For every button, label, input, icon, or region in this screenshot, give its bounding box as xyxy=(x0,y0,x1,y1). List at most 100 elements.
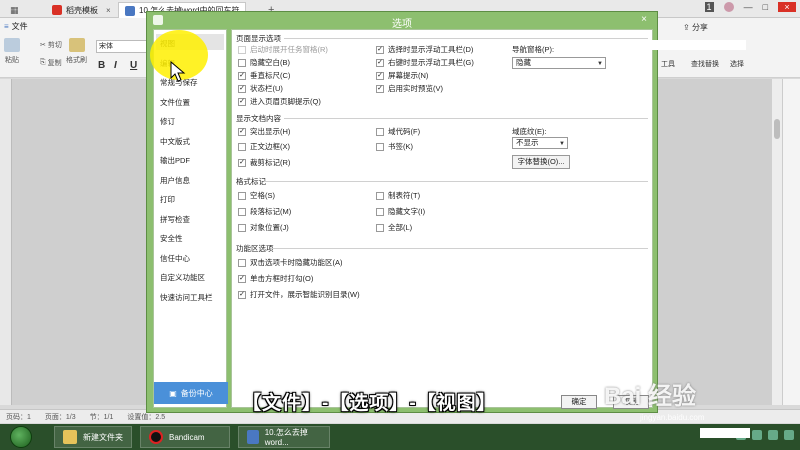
paste-button[interactable]: 粘贴 xyxy=(4,38,20,65)
bold-button[interactable]: B xyxy=(98,60,105,71)
checkbox[interactable] xyxy=(376,142,384,151)
opt-label: 隐藏文字(I) xyxy=(388,207,426,216)
opt-screen-tips[interactable]: 屏幕提示(N) xyxy=(376,70,428,81)
nav-item-chinese-layout[interactable]: 中文版式 xyxy=(160,136,190,147)
opt-all-marks[interactable]: 全部(L) xyxy=(376,222,412,233)
checkbox[interactable] xyxy=(376,191,384,200)
tray-icon[interactable] xyxy=(784,430,794,440)
font-replace-button[interactable]: 字体替换(O)... xyxy=(512,155,570,169)
opt-spaces[interactable]: 空格(S) xyxy=(238,190,275,201)
nav-item-file-location[interactable]: 文件位置 xyxy=(160,97,190,108)
cut-button[interactable]: ✂ 剪切 xyxy=(40,40,62,50)
backup-center-button[interactable]: ▣ 备份中心 xyxy=(154,382,228,404)
opt-label: 空格(S) xyxy=(250,191,275,200)
taskbar-item-folder[interactable]: 新建文件夹 xyxy=(54,426,132,448)
opt-vertical-ruler[interactable]: 垂直标尺(C) xyxy=(238,70,290,81)
opt-hidden-text[interactable]: 隐藏文字(I) xyxy=(376,206,425,217)
checkbox[interactable] xyxy=(376,207,384,216)
checkbox-checked[interactable] xyxy=(376,84,384,93)
checkbox[interactable] xyxy=(238,207,246,216)
nav-item-spellcheck[interactable]: 拼写检查 xyxy=(160,214,190,225)
checkbox-checked[interactable] xyxy=(238,158,246,167)
nav-item-custom-ribbon[interactable]: 自定义功能区 xyxy=(160,272,205,283)
nav-item-user-info[interactable]: 用户信息 xyxy=(160,175,190,186)
tab-template[interactable]: 稻壳模板 × xyxy=(46,2,117,18)
opt-click-box-check[interactable]: 单击方框时打勾(O) xyxy=(238,273,313,284)
opt-hide-blank[interactable]: 隐藏空白(B) xyxy=(238,57,290,68)
checkbox[interactable] xyxy=(238,45,246,54)
copy-icon: ⎘ xyxy=(40,59,46,66)
checkbox-checked[interactable] xyxy=(238,290,246,299)
select-button[interactable]: 选择 xyxy=(730,59,744,69)
tab-close-icon[interactable]: × xyxy=(106,6,111,15)
opt-float-toolbar-select[interactable]: 选择时显示浮动工具栏(D) xyxy=(376,44,473,55)
avatar[interactable] xyxy=(723,2,734,12)
checkbox-checked[interactable] xyxy=(376,45,384,54)
taskbar: 新建文件夹 Bandicam 10.怎么去掉word... xyxy=(0,424,800,450)
nav-pane-select[interactable]: 隐藏 ▼ xyxy=(512,57,606,69)
share-button[interactable]: ⇪ 分享 xyxy=(683,22,708,33)
file-menu[interactable]: ≡ 文件 xyxy=(4,21,28,32)
maximize-icon[interactable]: □ xyxy=(763,2,768,12)
divider xyxy=(284,38,648,39)
opt-tab-chars[interactable]: 制表符(T) xyxy=(376,190,420,201)
ok-button[interactable]: 确定 xyxy=(561,395,597,409)
opt-smart-toc[interactable]: 打开文件，展示智能识别目录(W) xyxy=(238,289,360,300)
nav-item-quick-access[interactable]: 快速访问工具栏 xyxy=(160,292,213,303)
checkbox-checked[interactable] xyxy=(376,71,384,80)
opt-header-footer-tip[interactable]: 进入页眉页脚提示(Q) xyxy=(238,96,321,107)
checkbox[interactable] xyxy=(238,258,246,267)
opt-paragraph-marks[interactable]: 段落标记(M) xyxy=(238,206,291,217)
mouse-cursor-icon xyxy=(170,61,186,82)
checkbox-checked[interactable] xyxy=(238,274,246,283)
checkbox[interactable] xyxy=(376,223,384,232)
checkbox-checked[interactable] xyxy=(238,97,246,106)
copy-button[interactable]: ⎘ 复制 xyxy=(40,58,62,68)
nav-item-print[interactable]: 打印 xyxy=(160,194,175,205)
italic-button[interactable]: I xyxy=(114,60,117,71)
start-button[interactable] xyxy=(10,426,32,448)
opt-bookmarks[interactable]: 书签(K) xyxy=(376,141,413,152)
checkbox-checked[interactable] xyxy=(376,58,384,67)
close-window-icon[interactable]: × xyxy=(778,2,796,12)
checkbox[interactable] xyxy=(238,142,246,151)
vertical-scrollbar[interactable] xyxy=(772,79,782,405)
checkbox[interactable] xyxy=(238,191,246,200)
checkbox-checked[interactable] xyxy=(238,71,246,80)
opt-expand-taskpane[interactable]: 启动时展开任务窗格(R) xyxy=(238,44,328,55)
opt-object-anchors[interactable]: 对象位置(J) xyxy=(238,222,289,233)
word-icon xyxy=(247,430,259,444)
find-replace-button[interactable]: 查找替换 xyxy=(691,59,719,69)
opt-field-codes[interactable]: 域代码(F) xyxy=(376,126,420,137)
underline-button[interactable]: U xyxy=(130,60,137,71)
nav-item-trust-center[interactable]: 信任中心 xyxy=(160,253,190,264)
home-tab[interactable]: ▦ xyxy=(4,2,25,18)
backup-icon: ▣ xyxy=(169,388,177,398)
window-controls: 1 — □ × xyxy=(704,2,796,12)
opt-hide-ribbon-dblclick[interactable]: 双击选项卡时隐藏功能区(A) xyxy=(238,257,343,268)
scrollbar-thumb[interactable] xyxy=(774,119,780,139)
minimize-icon[interactable]: — xyxy=(744,2,753,12)
dialog-close-icon[interactable]: × xyxy=(635,14,653,26)
tools-button[interactable]: 工具 xyxy=(661,59,675,69)
opt-text-boundaries[interactable]: 正文边框(X) xyxy=(238,141,290,152)
taskbar-item-word[interactable]: 10.怎么去掉word... xyxy=(238,426,330,448)
checkbox[interactable] xyxy=(238,58,246,67)
checkbox-checked[interactable] xyxy=(238,127,246,136)
field-shading-select[interactable]: 不显示 ▼ xyxy=(512,137,568,149)
taskbar-item-bandicam[interactable]: Bandicam xyxy=(140,426,230,448)
checkbox-checked[interactable] xyxy=(238,84,246,93)
opt-status-bar[interactable]: 状态栏(U) xyxy=(238,83,283,94)
nav-item-security[interactable]: 安全性 xyxy=(160,233,183,244)
opt-crop-marks[interactable]: 裁剪标记(R) xyxy=(238,157,290,168)
opt-live-preview[interactable]: 启用实时预览(V) xyxy=(376,83,443,94)
nav-item-revision[interactable]: 修订 xyxy=(160,116,175,127)
format-painter-button[interactable]: 格式刷 xyxy=(66,38,87,65)
checkbox[interactable] xyxy=(376,127,384,136)
opt-float-toolbar-rightclick[interactable]: 右键时显示浮动工具栏(G) xyxy=(376,57,474,68)
nav-item-export-pdf[interactable]: 输出PDF xyxy=(160,155,190,166)
tray-icon[interactable] xyxy=(768,430,778,440)
checkbox[interactable] xyxy=(238,223,246,232)
opt-highlight[interactable]: 突出显示(H) xyxy=(238,126,290,137)
tray-icon[interactable] xyxy=(752,430,762,440)
